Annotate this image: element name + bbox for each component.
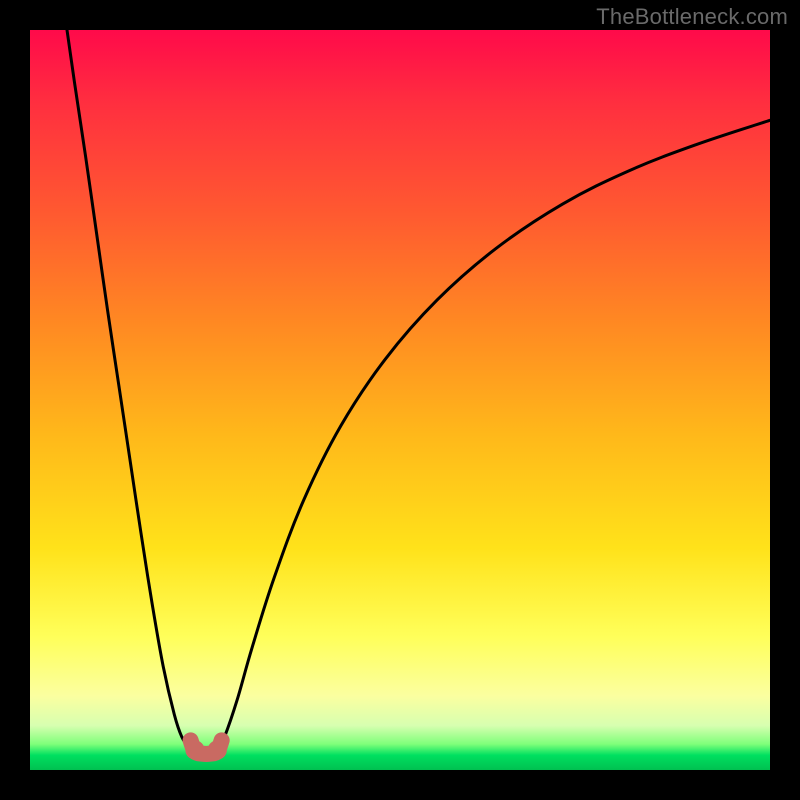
curve-layer [30, 30, 770, 770]
valley-marker [208, 740, 227, 759]
watermark-text: TheBottleneck.com [596, 4, 788, 30]
bottleneck-curve [67, 30, 770, 754]
chart-frame: TheBottleneck.com [0, 0, 800, 800]
valley-marker [185, 740, 204, 759]
plot-area [30, 30, 770, 770]
curve-path [67, 30, 770, 754]
